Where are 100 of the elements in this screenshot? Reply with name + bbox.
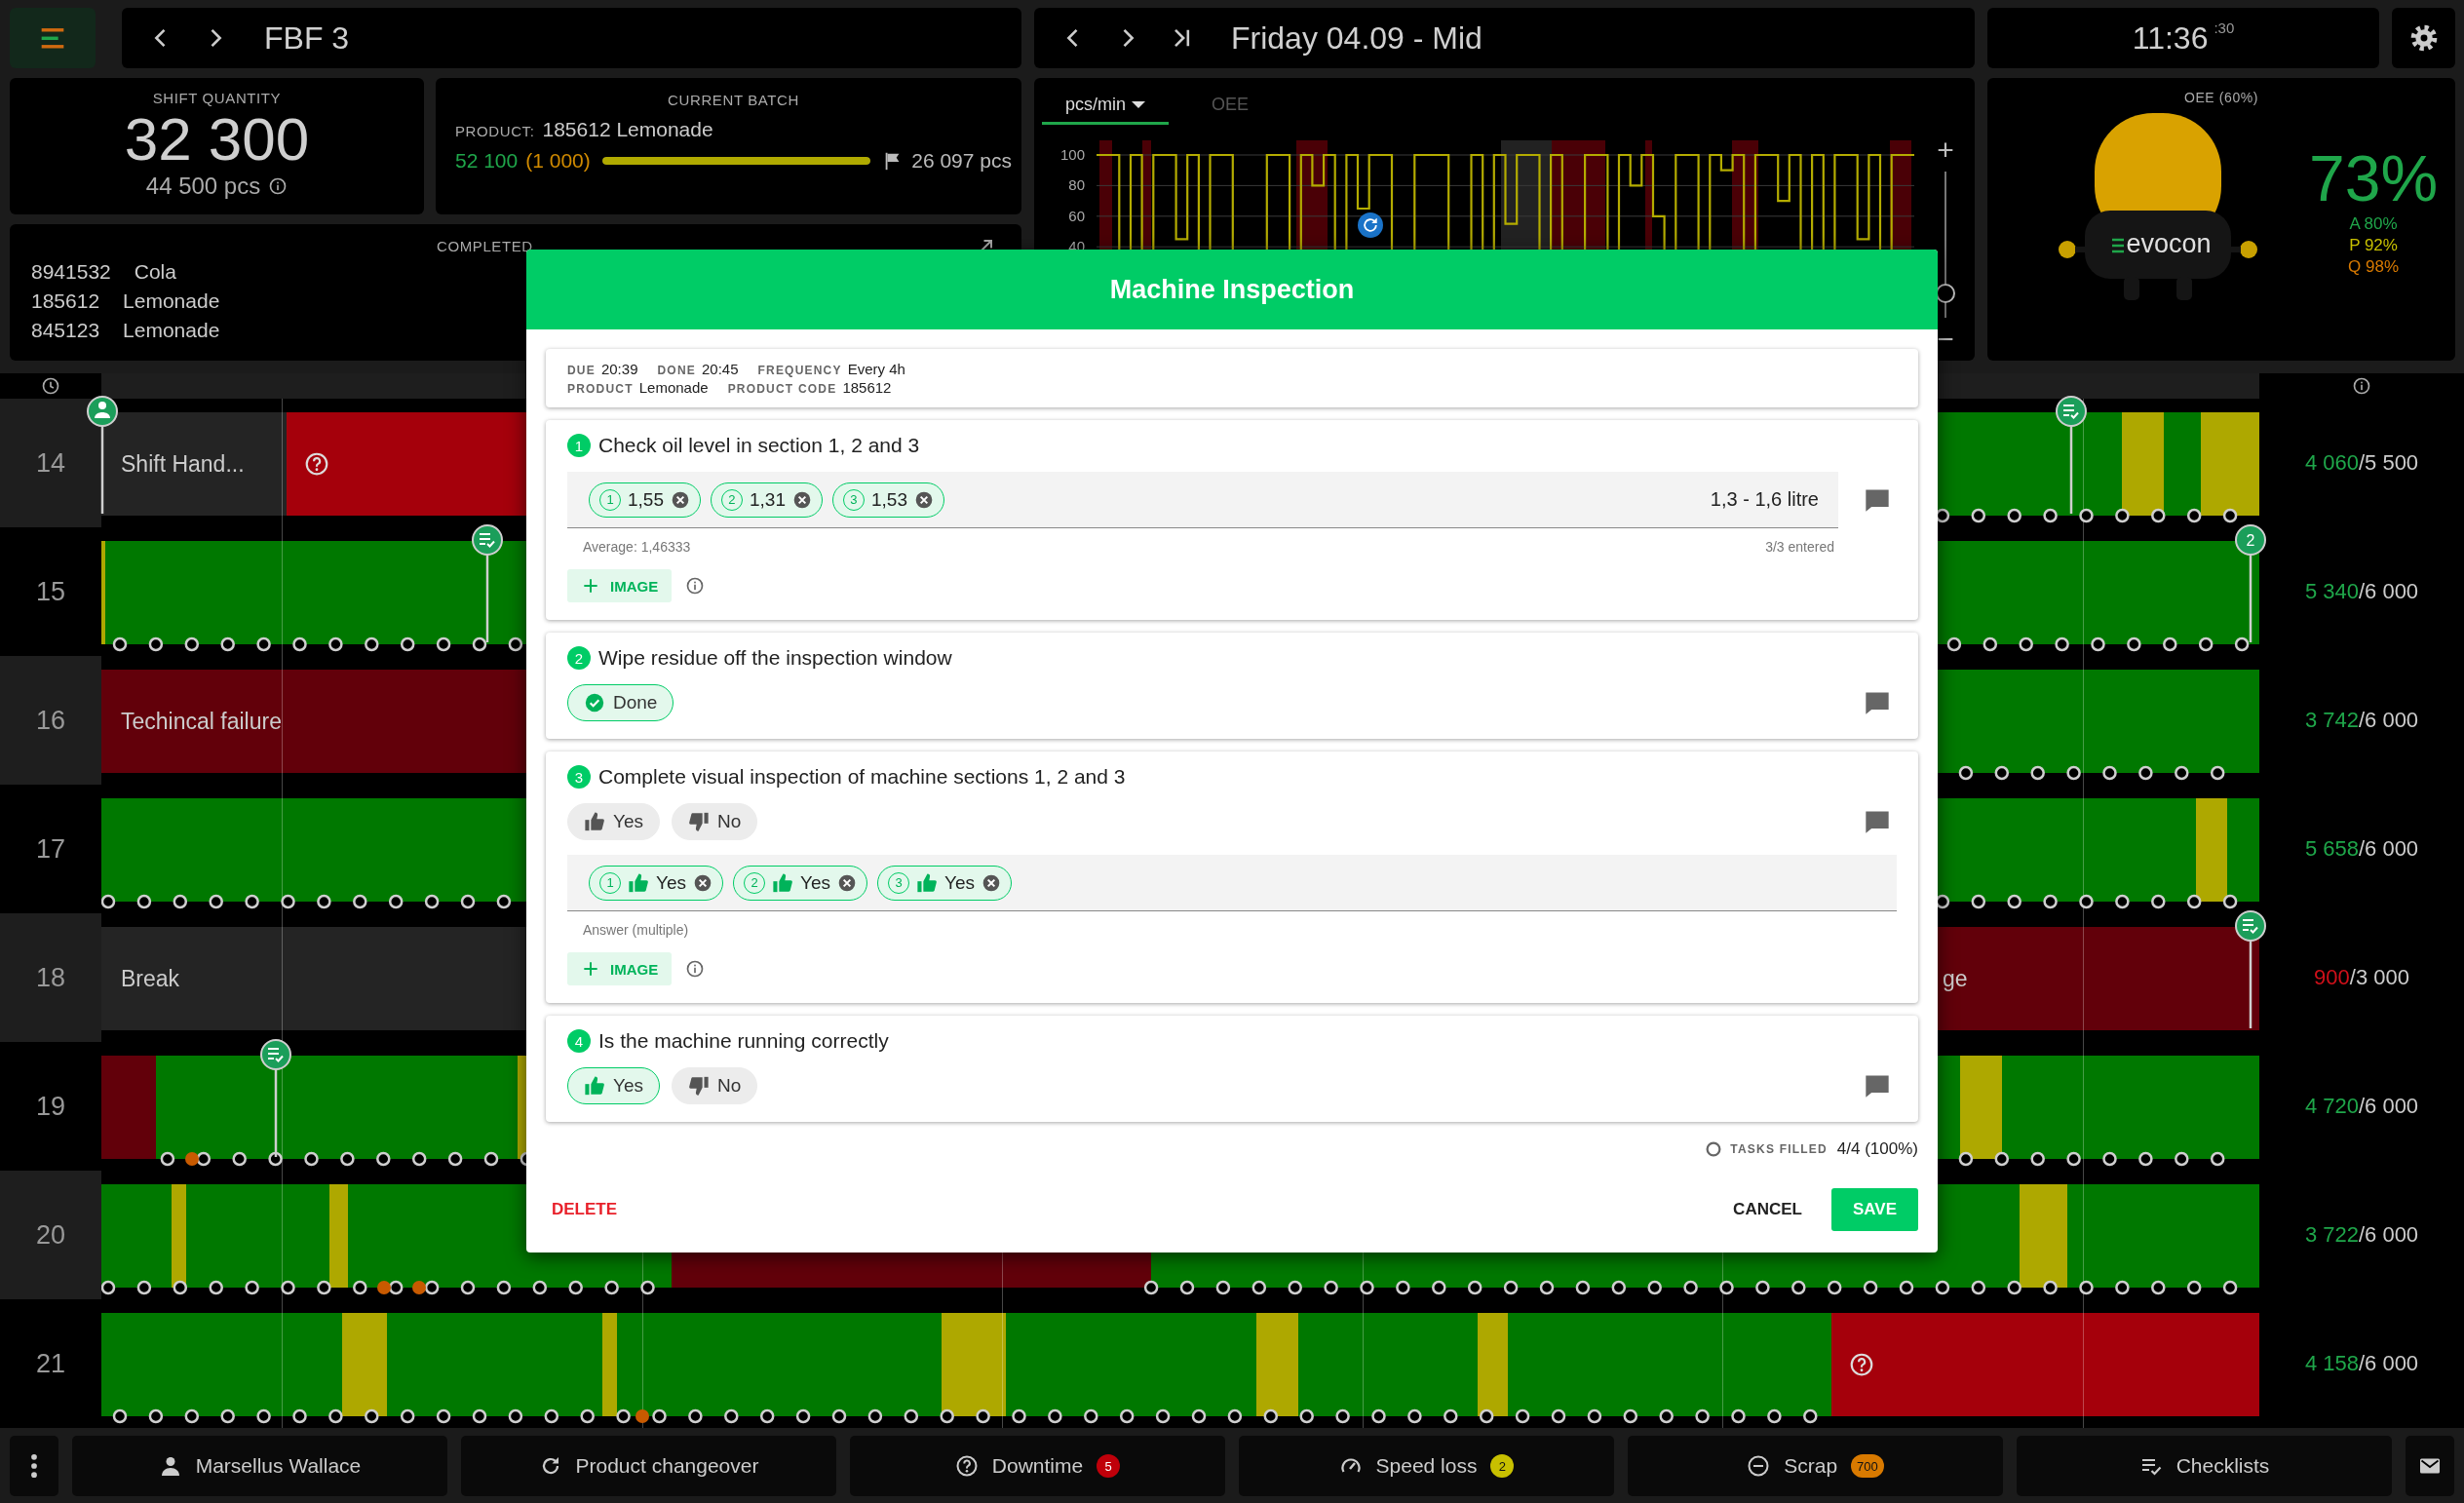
info-label: DONE [657,364,696,377]
close-icon[interactable] [982,872,1001,893]
info-icon[interactable] [268,176,289,196]
count-done: 3 722 [2304,1222,2359,1248]
zoom-in-button[interactable]: + [1929,135,1962,166]
slider-thumb[interactable] [1936,284,1955,303]
product-name: Lemonade [123,289,220,314]
action-button[interactable]: Downtime 5 [850,1436,1225,1496]
action-button[interactable]: Speed loss 2 [1239,1436,1614,1496]
answer-value: Yes [944,871,975,894]
product-name: Cola [134,259,176,285]
cancel-button[interactable]: CANCEL [1733,1188,1802,1231]
count-target: /6 000 [2358,579,2419,604]
question-icon[interactable] [1848,1352,1874,1377]
settings-button[interactable] [2392,8,2455,68]
panel-label: SHIFT QUANTITY [152,90,282,106]
count-target: /6 000 [2358,1222,2419,1248]
count-done: 4 158 [2304,1351,2359,1376]
thumb-up-icon [584,811,605,832]
close-icon[interactable] [837,872,857,893]
answer-option[interactable]: Yes [567,803,660,840]
info-value: Lemonade [638,379,709,396]
plus-icon [581,576,600,596]
delete-button[interactable]: DELETE [552,1188,618,1231]
close-icon[interactable] [693,872,712,893]
task-title: Is the machine running correctly [598,1029,889,1053]
menu-button[interactable] [10,8,96,68]
oee-factor: A 80% [2349,213,2398,235]
changeover-marker-icon[interactable] [1358,212,1383,238]
clock-seconds: :30 [2214,19,2235,36]
info-icon[interactable] [685,959,706,979]
segment-label: Shift Hand... [120,450,245,478]
range-text: 1,3 - 1,6 litre [1710,488,1819,511]
info-label: PRODUCT CODE [727,382,837,396]
hour-label: 17 [34,832,66,866]
product-label: PRODUCT: [455,123,535,139]
count-target: /6 000 [2358,1351,2419,1376]
count-done: 4 720 [2304,1094,2359,1119]
checklist-pin-icon[interactable] [471,523,504,642]
answer-value: Yes [800,871,830,894]
answer-value: 1,31 [750,488,786,511]
info-value: 20:39 [600,361,638,377]
close-icon[interactable] [671,489,690,510]
answer-chip[interactable]: 2 1,31 [711,482,823,518]
hour-label: 19 [34,1090,66,1123]
info-icon[interactable] [2352,376,2371,396]
shift-quantity-value: 32 300 [124,106,310,173]
done-toggle[interactable]: Done [567,684,674,721]
check-circle-icon [584,692,605,713]
answer-chip[interactable]: 1 1,55 [589,482,701,518]
info-label: PRODUCT [567,382,634,396]
answer-field[interactable]: 1 Yes 2 Yes 3 Yes [567,855,1897,911]
answer-chip[interactable]: 3 Yes [877,865,1012,901]
answer-option[interactable]: No [672,803,758,840]
count-target: /5 500 [2358,450,2419,476]
checklist-pin-icon[interactable] [2234,909,2267,1028]
action-button[interactable]: Checklists [2017,1436,2392,1496]
checklist-pin-icon[interactable] [259,1038,292,1157]
count-done: 3 742 [2304,708,2359,733]
info-value: Every 4h [847,361,905,377]
action-button[interactable]: Marsellus Wallace [72,1436,447,1496]
question-icon[interactable] [304,451,329,477]
info-icon[interactable] [685,576,706,596]
entry-count: 3/3 entered [1765,539,1834,555]
more-icon [31,1454,37,1478]
close-icon[interactable] [913,489,934,510]
scrap-count: (1 000) [525,149,591,173]
thumb-down-icon [688,1075,710,1097]
count-done: 900 [2314,965,2350,990]
count-target: /3 000 [2349,965,2409,990]
progress-value: 4/4 (100%) [1836,1139,1918,1159]
count-done: 5 658 [2304,836,2359,862]
progress-ring-icon [1705,1140,1723,1158]
count-badge: 700 [1851,1454,1884,1478]
answer-field[interactable]: 1 1,55 2 1,31 3 1,53 1,3 - 1,6 litre [567,472,1838,528]
oee-value: 73% [2309,143,2439,213]
axis-label: 80 [1068,176,1085,194]
answer-chip[interactable]: 1 Yes [589,865,723,901]
checklist-pin-icon[interactable] [2055,395,2088,514]
close-icon[interactable] [791,489,812,510]
plus-icon [581,959,600,979]
more-button[interactable] [10,1436,58,1496]
answer-option[interactable]: No [672,1067,758,1104]
chart-tab[interactable]: pcs/min [1042,88,1169,125]
clock-time: 11:36 [2132,19,2209,57]
oee-factor: Q 98% [2348,256,2400,278]
count-done: 4 060 [2304,450,2359,476]
count-done: 5 340 [2304,579,2359,604]
action-button[interactable]: Scrap 700 [1628,1436,2003,1496]
answer-chip[interactable]: 3 1,53 [831,482,944,518]
minus-circle-icon [1747,1454,1771,1478]
answer-option[interactable]: Yes [567,1067,660,1104]
count-badge: 2 [1490,1454,1515,1478]
messages-button[interactable] [2406,1436,2454,1496]
info-label: DUE [567,364,596,377]
info-value: 20:45 [701,361,739,377]
progress-label: TASKS FILLED [1730,1142,1828,1156]
answer-chip[interactable]: 2 Yes [733,865,867,901]
operator-pin-icon[interactable] [86,395,119,514]
action-button[interactable]: Product changeover [461,1436,836,1496]
